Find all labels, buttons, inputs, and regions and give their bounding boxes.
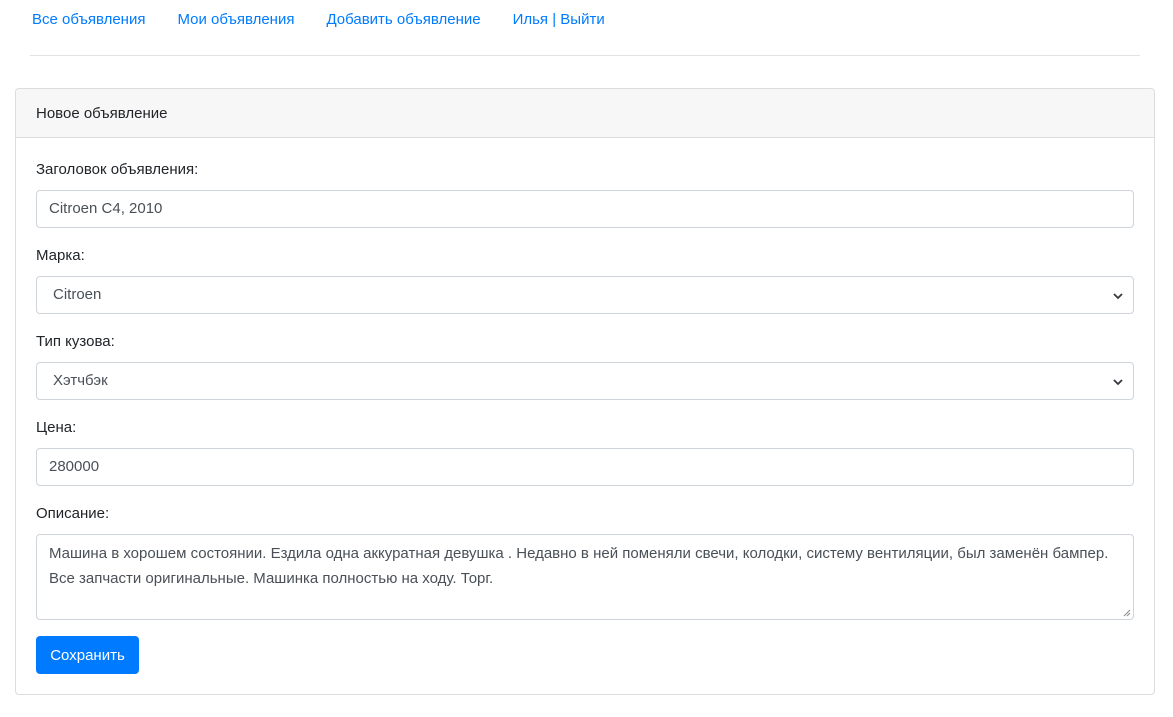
brand-select[interactable]: Citroen (36, 276, 1134, 314)
description-text: Машина в хорошем состоянии. Ездила одна … (49, 545, 1109, 587)
brand-selected-value: Citroen (53, 286, 102, 303)
body-type-label: Тип кузова: (36, 333, 115, 350)
body-type-select[interactable]: Хэтчбэк (36, 362, 1134, 400)
description-label: Описание: (36, 505, 110, 522)
nav-user-logout-link[interactable]: Илья | Выйти (497, 0, 621, 40)
chevron-down-icon (1113, 293, 1123, 300)
price-label: Цена: (36, 419, 77, 436)
price-input[interactable]: 280000 (36, 448, 1134, 486)
top-navigation: Все объявления Мои объявления Добавить о… (16, 0, 621, 40)
nav-my-ads-link[interactable]: Мои объявления (161, 0, 310, 40)
nav-add-ad-link[interactable]: Добавить объявление (310, 0, 496, 40)
title-input[interactable]: Citroen C4, 2010 (36, 190, 1134, 228)
nav-divider (30, 55, 1140, 56)
description-textarea[interactable]: Машина в хорошем состоянии. Ездила одна … (36, 534, 1134, 620)
chevron-down-icon (1113, 379, 1123, 386)
nav-all-ads-link[interactable]: Все объявления (16, 0, 161, 40)
resize-handle-icon[interactable] (1122, 608, 1131, 617)
save-button[interactable]: Сохранить (36, 636, 139, 674)
new-ad-card: Новое объявление Заголовок объявления: C… (15, 88, 1155, 695)
card-title: Новое объявление (16, 89, 1154, 138)
body-type-selected-value: Хэтчбэк (53, 372, 108, 389)
title-label: Заголовок объявления: (36, 161, 199, 178)
brand-label: Марка: (36, 247, 85, 264)
